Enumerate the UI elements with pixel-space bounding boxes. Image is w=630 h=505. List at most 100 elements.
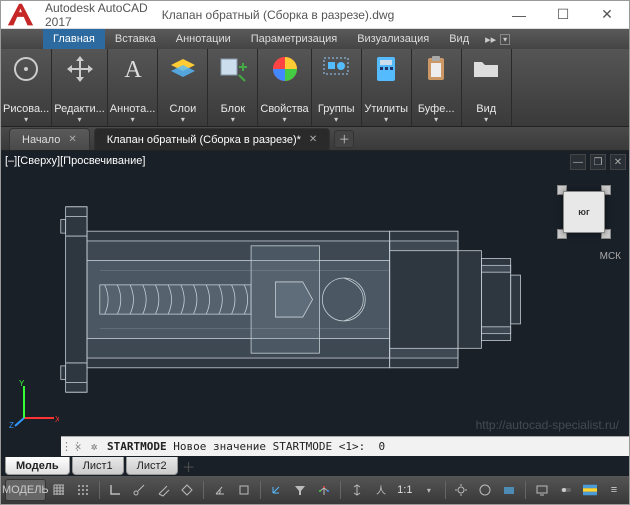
collapse-button-icon: ▾ — [500, 34, 510, 45]
ortho-toggle-icon[interactable] — [104, 479, 126, 501]
model-drawing — [51, 179, 539, 420]
tab-view[interactable]: Вид — [439, 29, 479, 49]
layout-tabs: Модель Лист1 Лист2 ＋ — [5, 456, 198, 476]
minimize-button[interactable]: — — [497, 1, 541, 29]
layout-tab-sheet2[interactable]: Лист2 — [126, 457, 178, 475]
tab-visualize[interactable]: Визуализация — [347, 29, 439, 49]
cmd-close-icon[interactable]: ✕ — [71, 440, 85, 453]
chevron-down-icon: ▾ — [131, 115, 135, 124]
app-title: Autodesk AutoCAD 2017 — [39, 1, 148, 29]
filter-toggle-icon[interactable] — [289, 479, 311, 501]
isoplane-toggle-icon[interactable] — [152, 479, 174, 501]
group-icon — [320, 53, 352, 85]
command-line[interactable]: ⋮⋮ ✕ ✲ STARTMODE Новое значение STARTMOD… — [61, 436, 629, 456]
viewport-close-icon[interactable]: ✕ — [610, 154, 626, 170]
layers-icon — [167, 53, 199, 85]
chevron-down-icon: ▾ — [384, 115, 388, 124]
annotate-panel[interactable]: A Аннота... ▾ — [108, 49, 159, 126]
layers-panel[interactable]: Слои ▾ — [158, 49, 208, 126]
color-wheel-icon — [269, 53, 301, 85]
monitor-icon[interactable] — [531, 479, 553, 501]
watermark-text: http://autocad-specialist.ru/ — [476, 418, 619, 432]
customize-status-icon[interactable]: ≡ — [603, 479, 625, 501]
cmd-value: 0 — [379, 440, 386, 453]
draw-panel[interactable]: Рисова... ▾ — [1, 49, 52, 126]
tab-insert[interactable]: Вставка — [105, 29, 166, 49]
titlebar: Autodesk AutoCAD 2017 Клапан обратный (С… — [1, 1, 629, 29]
scale-display[interactable]: 1:1 — [394, 479, 416, 501]
view-cube[interactable]: юг — [549, 177, 619, 247]
add-tab-button[interactable]: ＋ — [334, 130, 354, 148]
properties-panel[interactable]: Свойства ▾ — [258, 49, 311, 126]
edit-panel[interactable]: Редакти... ▾ — [52, 49, 108, 126]
block-insert-icon — [217, 53, 249, 85]
add-layout-button[interactable]: ＋ — [180, 458, 198, 474]
close-button[interactable]: ✕ — [585, 1, 629, 29]
clipboard-panel[interactable]: Буфе... ▾ — [412, 49, 462, 126]
doc-tab-model[interactable]: Клапан обратный (Сборка в разрезе)*✕ — [94, 128, 331, 150]
chevron-down-icon: ▾ — [434, 115, 438, 124]
snap-toggle-icon[interactable] — [72, 479, 94, 501]
chevron-down-icon: ▾ — [334, 115, 338, 124]
svg-text:Z: Z — [9, 421, 14, 428]
ribbon-tabs: Главная Вставка Аннотации Параметризация… — [1, 29, 629, 49]
cmd-name: STARTMODE — [107, 440, 167, 453]
tab-annotate[interactable]: Аннотации — [166, 29, 241, 49]
folder-icon — [470, 53, 502, 85]
block-panel[interactable]: Блок ▾ — [208, 49, 258, 126]
cmd-prompt: Новое значение STARTMODE <1>: — [173, 440, 365, 453]
svg-text:Y: Y — [19, 379, 25, 388]
visual-style-icon[interactable] — [498, 479, 520, 501]
layout-tab-sheet1[interactable]: Лист1 — [72, 457, 124, 475]
polar-toggle-icon[interactable] — [128, 479, 150, 501]
status-model-button[interactable]: МОДЕЛЬ — [5, 479, 46, 501]
doc-tab-start[interactable]: Начало✕ — [9, 128, 90, 150]
viewport-minimize-icon[interactable]: — — [570, 154, 586, 170]
wcs-label[interactable]: МСК — [600, 251, 621, 262]
angle-toggle-icon[interactable] — [209, 479, 231, 501]
tab-close-icon[interactable]: ✕ — [68, 134, 76, 145]
layout-tab-model[interactable]: Модель — [5, 457, 70, 475]
tab-close-icon[interactable]: ✕ — [309, 134, 317, 145]
groups-panel[interactable]: Группы ▾ — [312, 49, 362, 126]
viewport-label[interactable]: [–][Сверху][Просвечивание] — [5, 155, 145, 167]
tab-parametric[interactable]: Параметризация — [241, 29, 347, 49]
maximize-button[interactable]: ☐ — [541, 1, 585, 29]
viewport-restore-icon[interactable]: ❐ — [590, 154, 606, 170]
cmd-options-icon[interactable]: ✲ — [85, 440, 103, 453]
ribbon-collapse-controls[interactable]: ▸▸ ▾ — [485, 29, 510, 49]
svg-text:X: X — [55, 415, 59, 424]
autocad-logo-icon[interactable] — [1, 1, 39, 29]
gear-icon[interactable] — [450, 479, 472, 501]
osnap3d-toggle-icon[interactable] — [233, 479, 255, 501]
chevron-down-icon: ▾ — [484, 115, 488, 124]
gizmo-toggle-icon[interactable] — [313, 479, 335, 501]
render-icon[interactable] — [474, 479, 496, 501]
chevron-down-icon: ▾ — [24, 115, 28, 124]
view-panel[interactable]: Вид ▾ — [462, 49, 512, 126]
utilities-panel[interactable]: Утилиты ▾ — [362, 49, 412, 126]
tab-home[interactable]: Главная — [43, 29, 105, 49]
annoscale-icon[interactable] — [346, 479, 368, 501]
ucs-icon[interactable]: X Y Z — [9, 378, 59, 428]
cmd-grip-icon[interactable]: ⋮⋮ — [61, 440, 71, 453]
calculator-icon — [370, 53, 402, 85]
chevron-down-icon: ▾ — [181, 115, 185, 124]
document-tabs: Начало✕ Клапан обратный (Сборка в разрез… — [1, 127, 629, 151]
anno-toggle-icon[interactable]: 人 — [370, 479, 392, 501]
slider-toggle-icon[interactable] — [555, 479, 577, 501]
viewcube-face[interactable]: юг — [563, 191, 605, 233]
chevron-down-icon: ▾ — [283, 115, 287, 124]
ribbon: Рисова... ▾ Редакти... ▾ A Аннота... ▾ С… — [1, 49, 629, 127]
grid-toggle-icon[interactable] — [48, 479, 70, 501]
dynamic-ucs-icon[interactable] — [265, 479, 287, 501]
osnap-toggle-icon[interactable] — [176, 479, 198, 501]
flag-icon[interactable] — [579, 479, 601, 501]
text-a-icon: A — [117, 53, 149, 85]
app-window: Autodesk AutoCAD 2017 Клапан обратный (С… — [0, 0, 630, 505]
circle-icon — [10, 53, 42, 85]
move-icon — [64, 53, 96, 85]
scale-chevron-icon[interactable]: ▾ — [418, 479, 440, 501]
chevron-down-icon: ▾ — [231, 115, 235, 124]
drawing-canvas[interactable]: [–][Сверху][Просвечивание] — ❐ ✕ юг МСК — [1, 151, 629, 476]
